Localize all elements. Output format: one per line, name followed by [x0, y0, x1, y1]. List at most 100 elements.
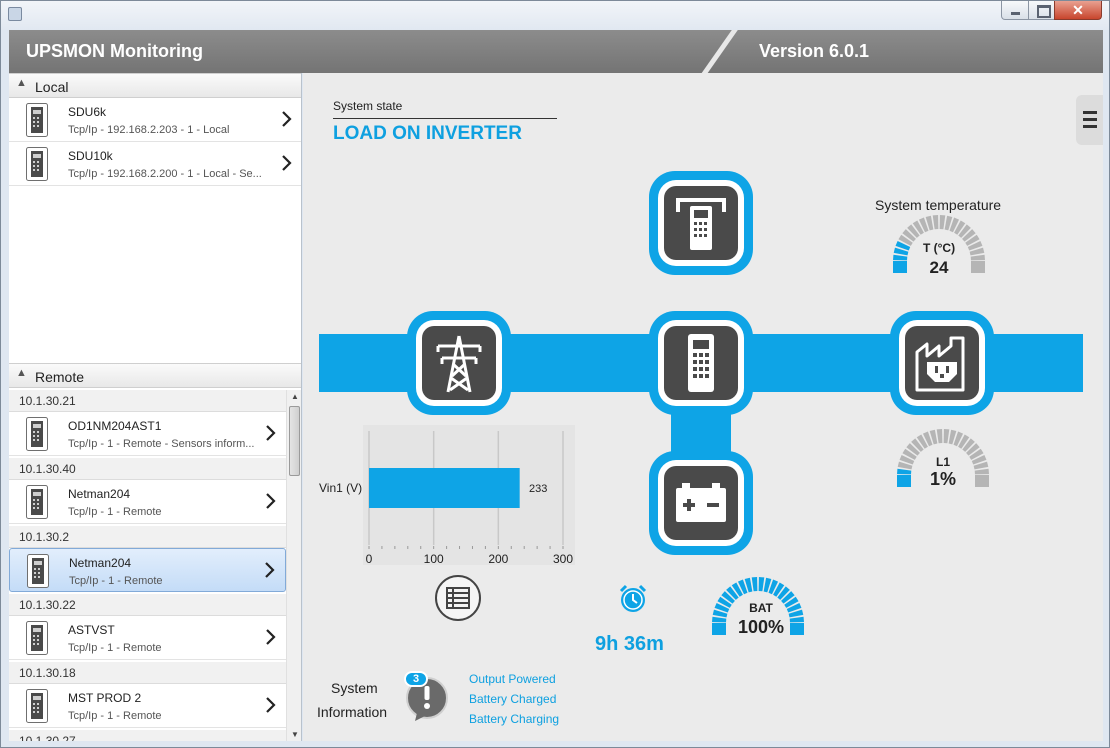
collapse-icon: ▲ [16, 77, 27, 89]
address-group-header: 10.1.30.21 [9, 390, 286, 412]
chart-tick-label: 0 [366, 552, 373, 565]
temperature-gauge-label: T (°C) [922, 241, 956, 255]
device-item[interactable]: Netman204 Tcp/Ip - 1 - Remote [9, 480, 286, 524]
app-icon [8, 7, 22, 21]
chevron-right-icon[interactable] [264, 423, 278, 443]
address-label: 10.1.30.18 [19, 666, 76, 680]
device-icon [26, 417, 48, 451]
sidebar-scrollbar[interactable]: ▲ ▼ [286, 390, 301, 741]
output-node[interactable] [890, 311, 994, 415]
system-information-label-2: Information [317, 704, 388, 720]
temperature-gauge-segment [893, 254, 908, 261]
load-gauge-label: L1 [935, 455, 950, 469]
device-item[interactable]: ASTVST Tcp/Ip - 1 - Remote [9, 616, 286, 660]
address-label: 10.1.30.40 [19, 462, 76, 476]
device-detail: Tcp/Ip - 192.168.2.203 - 1 - Local [68, 124, 230, 136]
remote-section-label: Remote [35, 369, 85, 385]
device-name: MST PROD 2 [68, 691, 142, 705]
battery-gauge-label: BAT [749, 601, 773, 615]
device-icon [26, 147, 48, 181]
system-state-value: LOAD ON INVERTER [333, 123, 522, 144]
device-name: ASTVST [68, 623, 115, 637]
window-titlebar: ✕ [1, 1, 1109, 30]
device-detail: Tcp/Ip - 1 - Remote [68, 642, 162, 654]
device-name: SDU10k [68, 149, 113, 163]
device-sidebar: ▲ Local SDU6k Tcp/Ip - 192.168.2.203 - 1 … [9, 73, 302, 741]
remote-section-header[interactable]: ▲ Remote [9, 363, 301, 388]
scroll-thumb[interactable] [289, 406, 300, 476]
device-item[interactable]: OD1NM204AST1 Tcp/Ip - 1 - Remote - Sensor… [9, 412, 286, 456]
address-group-header: 10.1.30.40 [9, 458, 286, 480]
chevron-right-icon[interactable] [264, 491, 278, 511]
chevron-right-icon[interactable] [280, 153, 294, 173]
close-icon: ✕ [1072, 2, 1084, 18]
device-detail: Tcp/Ip - 1 - Remote [69, 575, 163, 587]
system-information-label: System [331, 680, 378, 696]
local-section-header[interactable]: ▲ Local [9, 73, 301, 98]
scroll-down-icon[interactable]: ▼ [291, 730, 299, 739]
chart-data-label: 233 [529, 483, 548, 495]
chevron-right-icon[interactable] [280, 109, 294, 129]
battery-gauge-segment [758, 577, 765, 592]
close-button[interactable]: ✕ [1054, 1, 1102, 20]
load-value: 1% [929, 469, 956, 489]
load-gauge-segment [974, 468, 989, 475]
temperature-gauge-segment [939, 215, 946, 230]
app-window: ✕ UPSMON Monitoring Version 6.0.1 ▲ Loca… [0, 0, 1110, 748]
address-label: 10.1.30.2 [19, 530, 70, 544]
mains-input-node[interactable] [407, 311, 511, 415]
load-gauge-segment [897, 468, 912, 475]
battery-icon [676, 483, 726, 522]
address-group-header: 10.1.30.2 [9, 526, 286, 548]
scroll-up-icon[interactable]: ▲ [291, 392, 299, 401]
battery-gauge-segment [712, 623, 726, 635]
power-tower-icon [436, 335, 482, 393]
temperature-value: 24 [929, 258, 949, 277]
device-item[interactable]: MST PROD 2 Tcp/Ip - 1 - Remote [9, 684, 286, 728]
device-icon [26, 103, 48, 137]
status-message[interactable]: Output Powered [469, 672, 556, 686]
chart-canvas: 0 100 200 300 [366, 431, 573, 565]
device-detail: Tcp/Ip - 1 - Remote - Sensors inform... [68, 438, 255, 450]
battery-node[interactable] [649, 451, 753, 555]
runtime-value: 9h 36m [595, 633, 664, 655]
status-message[interactable]: Battery Charging [469, 712, 559, 726]
chevron-right-icon[interactable] [264, 695, 278, 715]
chevron-right-icon[interactable] [264, 627, 278, 647]
device-item[interactable]: SDU10k Tcp/Ip - 192.168.2.200 - 1 - Local… [9, 142, 301, 186]
chevron-right-icon[interactable] [263, 560, 277, 580]
device-detail: Tcp/Ip - 192.168.2.200 - 1 - Local - Se.… [68, 168, 262, 180]
device-icon [26, 621, 48, 655]
address-label: 10.1.30.22 [19, 598, 76, 612]
ups-bypass-icon [676, 198, 726, 250]
ups-icon [688, 334, 714, 392]
menu-button[interactable] [1076, 95, 1103, 145]
load-gauge-segment [936, 429, 943, 444]
input-voltage-chart: 0 100 200 300 [363, 425, 575, 565]
chart-tick-label: 100 [424, 552, 444, 565]
device-name: Netman204 [69, 556, 132, 570]
version-label: Version 6.0.1 [759, 41, 870, 61]
state-underline [333, 118, 557, 119]
chart-tick-label: 200 [488, 552, 508, 565]
temperature-gauge-segment [932, 215, 939, 230]
plug-output-icon [915, 336, 965, 392]
battery-gauge-segment [712, 616, 727, 623]
status-message[interactable]: Battery Charged [469, 692, 556, 706]
temperature-gauge-segment [893, 261, 907, 273]
address-label: 10.1.30.21 [19, 394, 76, 408]
header-divider [693, 30, 743, 73]
maximize-button[interactable] [1028, 1, 1055, 20]
device-item[interactable]: SDU6k Tcp/Ip - 192.168.2.203 - 1 - Local [9, 98, 301, 142]
battery-gauge-segment [751, 577, 758, 592]
bypass-node[interactable] [649, 171, 753, 275]
device-icon [26, 485, 48, 519]
chart-bar [369, 468, 520, 508]
device-item[interactable]: Netman204 Tcp/Ip - 1 - Remote [9, 548, 286, 592]
minimize-button[interactable] [1001, 1, 1029, 20]
grid-view-button[interactable] [434, 574, 482, 622]
ups-node[interactable] [649, 311, 753, 415]
alarm-clock-icon [619, 584, 647, 612]
device-name: Netman204 [68, 487, 131, 501]
local-section-label: Local [35, 79, 69, 95]
